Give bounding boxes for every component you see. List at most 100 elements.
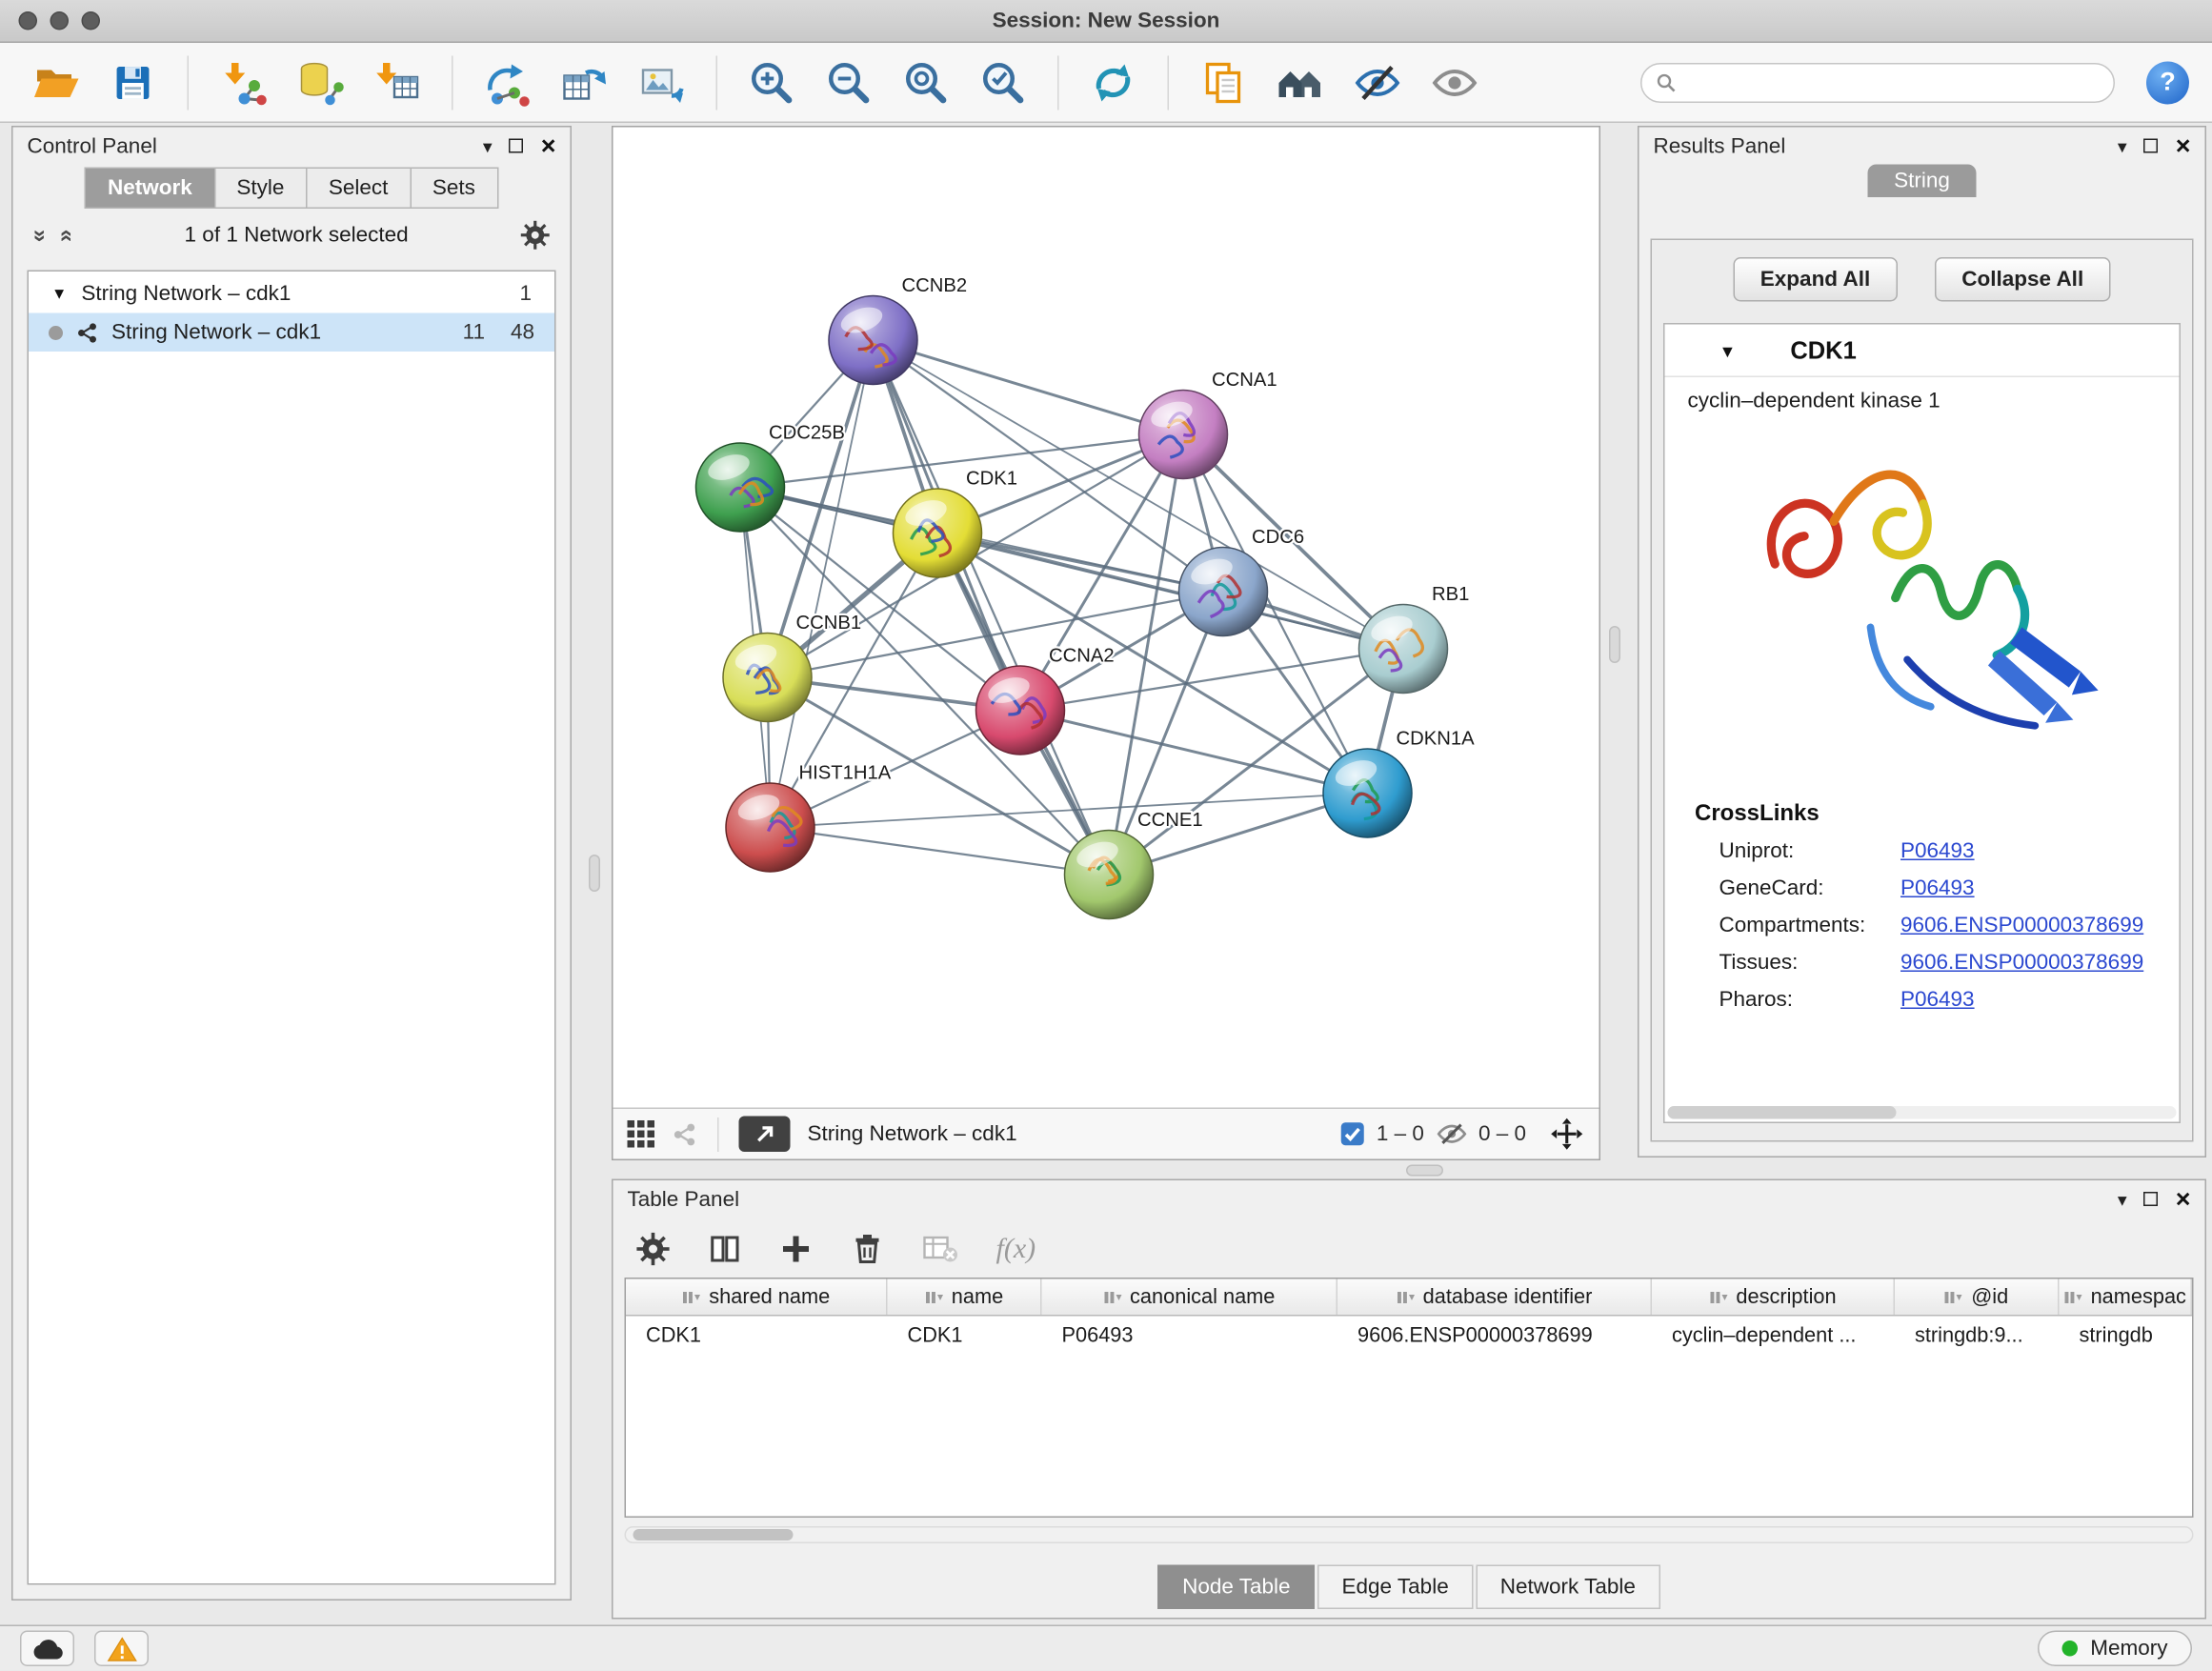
crosslink-link[interactable]: 9606.ENSP00000378699: [1900, 945, 2180, 982]
hide-selected-button[interactable]: [1345, 50, 1411, 113]
network-edge[interactable]: [1109, 434, 1183, 875]
grid-view-icon[interactable]: [628, 1120, 655, 1148]
crosslink-link[interactable]: P06493: [1900, 834, 2180, 871]
network-collection-row[interactable]: ▼ String Network – cdk1 1: [29, 272, 554, 313]
import-table-file-button[interactable]: [365, 50, 431, 113]
selected-checkbox-icon[interactable]: [1340, 1122, 1365, 1147]
float-panel-icon[interactable]: [2144, 1192, 2159, 1206]
network-edge[interactable]: [771, 340, 874, 828]
column-header[interactable]: name: [888, 1279, 1042, 1316]
close-panel-icon[interactable]: ×: [541, 133, 556, 159]
cloud-status-button[interactable]: [20, 1631, 74, 1667]
clone-network-button[interactable]: [552, 50, 617, 113]
table-options-gear-icon[interactable]: [636, 1232, 671, 1266]
panel-menu-icon[interactable]: ▾: [2118, 136, 2127, 155]
network-canvas[interactable]: CCNB2CCNA1CDC25BCDK1CDC6RB1CCNB1CCNA2CDK…: [613, 128, 1599, 1108]
collapse-all-networks-icon[interactable]: »: [53, 229, 79, 241]
zoom-selected-button[interactable]: [971, 50, 1036, 113]
pan-move-icon[interactable]: [1549, 1117, 1585, 1153]
collection-expand-icon[interactable]: ▼: [51, 285, 67, 302]
table-horizontal-scrollbar[interactable]: [625, 1526, 2194, 1543]
expand-all-button[interactable]: Expand All: [1733, 257, 1897, 302]
network-edge[interactable]: [874, 340, 1184, 434]
birds-eye-icon[interactable]: [672, 1121, 697, 1147]
node-label-cdkn1a: CDKN1A: [1397, 729, 1476, 750]
expand-all-networks-icon[interactable]: »: [27, 229, 52, 241]
column-header[interactable]: namespac: [2060, 1279, 2193, 1316]
network-row-selected[interactable]: String Network – cdk1 11 48: [29, 313, 554, 352]
column-header[interactable]: canonical name: [1042, 1279, 1338, 1316]
table-row[interactable]: CDK1 CDK1 P06493 9606.ENSP00000378699 cy…: [626, 1317, 2192, 1356]
delete-column-icon[interactable]: [851, 1232, 885, 1266]
network-node-cdc6[interactable]: [1179, 548, 1268, 636]
network-node-ccna1[interactable]: [1139, 391, 1228, 479]
minimize-window-button[interactable]: [50, 11, 70, 30]
import-network-file-button[interactable]: [211, 50, 276, 113]
gene-collapse-icon[interactable]: ▼: [1719, 342, 1737, 362]
close-panel-icon[interactable]: ×: [2176, 1186, 2191, 1212]
tab-sets[interactable]: Sets: [411, 168, 498, 210]
network-node-ccnb1[interactable]: [723, 634, 812, 722]
apply-layout-button[interactable]: [1080, 50, 1146, 113]
column-header[interactable]: description: [1652, 1279, 1895, 1316]
new-network-button[interactable]: [474, 50, 540, 113]
network-edge[interactable]: [771, 828, 1110, 876]
network-node-ccna2[interactable]: [976, 666, 1065, 755]
save-session-button[interactable]: [100, 50, 166, 113]
annotations-button[interactable]: [1191, 50, 1257, 113]
application-window: Session: New Session: [0, 0, 2212, 1671]
collapse-all-button[interactable]: Collapse All: [1935, 257, 2111, 302]
tab-select[interactable]: Select: [307, 168, 411, 210]
tab-node-table[interactable]: Node Table: [1158, 1565, 1315, 1610]
float-panel-icon[interactable]: [510, 139, 524, 153]
column-header[interactable]: shared name: [626, 1279, 888, 1316]
open-session-button[interactable]: [23, 50, 89, 113]
export-image-button[interactable]: [629, 50, 694, 113]
network-node-cdkn1a[interactable]: [1323, 749, 1412, 837]
network-node-cdk1[interactable]: [894, 489, 982, 577]
network-node-rb1[interactable]: [1359, 605, 1448, 694]
zoom-out-button[interactable]: [816, 50, 882, 113]
show-columns-icon[interactable]: [708, 1232, 742, 1266]
warnings-button[interactable]: [94, 1631, 149, 1667]
tab-edge-table[interactable]: Edge Table: [1317, 1565, 1473, 1610]
network-node-ccne1[interactable]: [1065, 831, 1154, 919]
crosslink-link[interactable]: 9606.ENSP00000378699: [1900, 908, 2180, 945]
toolbar-search-input[interactable]: [1686, 70, 2100, 93]
network-node-ccnb2[interactable]: [829, 296, 917, 385]
network-edge[interactable]: [874, 340, 1110, 875]
detach-view-button[interactable]: [739, 1117, 791, 1153]
column-header[interactable]: @id: [1895, 1279, 2060, 1316]
memory-button[interactable]: Memory: [2038, 1631, 2192, 1667]
vertical-splitter-handle[interactable]: [589, 855, 600, 892]
results-horizontal-scrollbar[interactable]: [1668, 1106, 2177, 1119]
network-options-gear-icon[interactable]: [520, 220, 551, 251]
crosslink-link[interactable]: P06493: [1900, 982, 2180, 1019]
tab-network-table[interactable]: Network Table: [1476, 1565, 1659, 1610]
crosslink-link[interactable]: P06493: [1900, 871, 2180, 908]
import-network-database-button[interactable]: [288, 50, 353, 113]
close-window-button[interactable]: [19, 11, 38, 30]
vertical-splitter-handle[interactable]: [1609, 626, 1620, 663]
close-panel-icon[interactable]: ×: [2176, 133, 2191, 159]
add-column-icon[interactable]: [779, 1232, 814, 1266]
tab-style[interactable]: Style: [215, 168, 308, 210]
zoom-in-button[interactable]: [739, 50, 805, 113]
network-node-cdc25b[interactable]: [696, 443, 785, 532]
zoom-window-button[interactable]: [82, 11, 101, 30]
float-panel-icon[interactable]: [2144, 139, 2159, 153]
home-view-button[interactable]: [1268, 50, 1334, 113]
function-builder-button[interactable]: f(x): [996, 1233, 1036, 1266]
results-tab-string[interactable]: String: [1868, 165, 1976, 198]
gene-card-header[interactable]: ▼ CDK1: [1665, 325, 2180, 378]
tab-network[interactable]: Network: [85, 168, 215, 210]
panel-menu-icon[interactable]: ▾: [2118, 1190, 2127, 1209]
help-button[interactable]: ?: [2146, 61, 2189, 104]
network-node-hist1h1a[interactable]: [726, 783, 814, 872]
zoom-fit-button[interactable]: [894, 50, 959, 113]
hidden-eye-slash-icon[interactable]: [1436, 1122, 1467, 1147]
show-all-button[interactable]: [1422, 50, 1488, 113]
column-header[interactable]: database identifier: [1337, 1279, 1652, 1316]
panel-menu-icon[interactable]: ▾: [483, 136, 493, 155]
horizontal-splitter-handle[interactable]: [1406, 1165, 1443, 1177]
